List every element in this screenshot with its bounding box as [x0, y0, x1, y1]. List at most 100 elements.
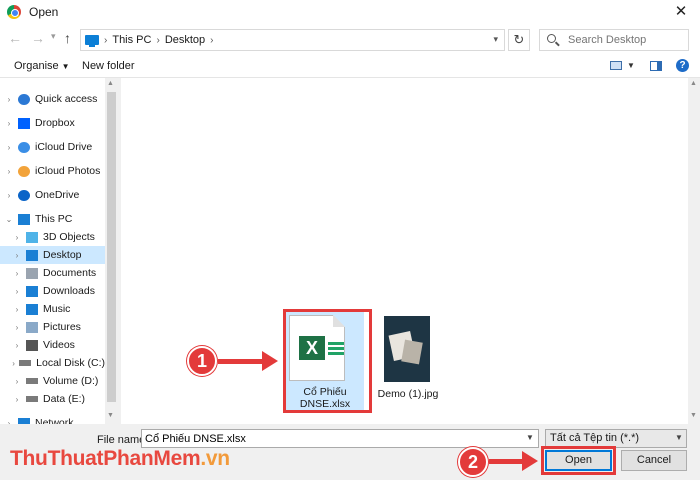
breadcrumb-this-pc[interactable]: This PC [112, 34, 151, 46]
cube-icon [26, 231, 38, 243]
disk-icon [26, 396, 38, 402]
recent-locations-chevron-icon[interactable]: ▾ [51, 31, 56, 42]
sidebar-item-onedrive[interactable]: › OneDrive [0, 186, 105, 204]
scroll-down-icon[interactable]: ▼ [690, 412, 697, 419]
chevron-right-icon[interactable]: › [156, 35, 159, 46]
sidebar-item-label: Network [35, 417, 74, 424]
sidebar-item-label: Data (E:) [43, 393, 86, 405]
sidebar-item-volume-d[interactable]: › Volume (D:) [0, 372, 105, 390]
dropbox-icon [18, 117, 30, 129]
sidebar-item-network[interactable]: › Network [0, 414, 105, 424]
download-icon [26, 285, 38, 297]
sidebar-item-icloud-photos[interactable]: › iCloud Photos [0, 162, 105, 180]
view-dropdown-icon[interactable]: ▼ [627, 61, 635, 70]
sidebar-item-label: This PC [35, 213, 73, 225]
sidebar-item-label: Pictures [43, 321, 81, 333]
step-1-arrow [218, 359, 266, 364]
step-2-badge: 2 [458, 447, 488, 477]
back-arrow-icon[interactable]: ← [8, 30, 22, 46]
pc-icon [85, 35, 99, 47]
sidebar-item-videos[interactable]: › Videos [0, 336, 105, 354]
chevron-right-icon[interactable]: › [4, 143, 14, 152]
sidebar-item-pictures[interactable]: › Pictures [0, 318, 105, 336]
title-bar: Open ✕ [0, 0, 700, 24]
scroll-down-icon[interactable]: ▼ [107, 412, 114, 419]
photo-card-shape [401, 339, 423, 365]
chevron-right-icon[interactable]: › [210, 35, 213, 46]
chevron-right-icon[interactable]: › [4, 167, 14, 176]
chevron-right-icon[interactable]: › [12, 269, 22, 278]
sidebar-item-label: iCloud Drive [35, 141, 93, 153]
sidebar-item-local-disk-c[interactable]: › Local Disk (C:) [0, 354, 105, 372]
photos-icon [18, 165, 30, 177]
chevron-right-icon[interactable]: › [12, 323, 22, 332]
chevron-down-icon[interactable]: ⌄ [4, 215, 14, 224]
navigation-pane: › Network › Data (E:) › Volume (D:) › Local Dis… [0, 78, 118, 424]
sidebar-scrollbar[interactable]: ▲ ▼ [105, 78, 118, 424]
disk-icon [19, 360, 32, 366]
chevron-right-icon[interactable]: › [12, 359, 15, 368]
chevron-right-icon[interactable]: › [12, 377, 22, 386]
refresh-button[interactable]: ↻ [508, 29, 530, 51]
preview-pane-icon[interactable] [650, 61, 662, 71]
chevron-right-icon[interactable]: › [12, 233, 22, 242]
scroll-up-icon[interactable]: ▲ [107, 80, 114, 87]
navigation-bar: ← → ▾ ↑ › This PC › Desktop › ▾ ↻ [0, 24, 700, 54]
file-name-input[interactable] [141, 429, 539, 448]
watermark-part1: ThuThuat [10, 447, 104, 470]
file-area-scrollbar[interactable]: ▲ ▼ [688, 78, 700, 424]
sidebar-item-label: Volume (D:) [43, 375, 99, 387]
help-icon[interactable]: ? [676, 59, 689, 72]
chevron-right-icon[interactable]: › [4, 119, 14, 128]
sidebar-item-dropbox[interactable]: › Dropbox [0, 114, 105, 132]
icloud-icon [18, 141, 30, 153]
sidebar-item-data-e[interactable]: › Data (E:) [0, 390, 105, 408]
open-highlight-frame [541, 446, 616, 475]
sidebar-item-desktop[interactable]: › Desktop [0, 246, 105, 264]
view-options-icon[interactable] [610, 61, 622, 70]
address-dropdown-icon[interactable]: ▾ [493, 34, 498, 45]
step-2-arrow [489, 459, 525, 464]
sidebar-item-downloads[interactable]: › Downloads [0, 282, 105, 300]
chevron-right-icon[interactable]: › [12, 287, 22, 296]
search-icon [547, 34, 556, 43]
search-box[interactable] [539, 29, 689, 51]
chevron-right-icon[interactable]: › [12, 341, 22, 350]
cancel-button[interactable]: Cancel [621, 450, 687, 471]
chevron-right-icon[interactable]: › [12, 395, 22, 404]
organise-label: Organise [14, 60, 59, 72]
chrome-icon [7, 5, 21, 19]
file-type-dropdown-icon[interactable]: ▼ [675, 433, 683, 442]
chevron-right-icon[interactable]: › [12, 305, 22, 314]
sidebar-item-documents[interactable]: › Documents [0, 264, 105, 282]
step-1-arrowhead [262, 351, 278, 371]
chevron-right-icon[interactable]: › [12, 251, 22, 260]
sidebar-item-quick-access[interactable]: › Quick access [0, 90, 105, 108]
scrollbar-thumb[interactable] [107, 92, 116, 402]
file-name-dropdown-icon[interactable]: ▼ [526, 433, 534, 442]
chevron-right-icon[interactable]: › [4, 191, 14, 200]
sidebar-item-music[interactable]: › Music [0, 300, 105, 318]
sidebar-item-label: Desktop [43, 249, 82, 261]
watermark-logo: ThuThuatPhanMem.vn [10, 447, 230, 471]
forward-arrow-icon[interactable]: → [31, 30, 45, 46]
search-input[interactable] [568, 32, 686, 48]
file-name: Demo (1).jpg [377, 388, 439, 400]
sidebar-item-icloud-drive[interactable]: › iCloud Drive [0, 138, 105, 156]
documents-icon [26, 267, 38, 279]
close-icon[interactable]: ✕ [672, 2, 690, 20]
up-arrow-icon[interactable]: ↑ [64, 30, 71, 46]
scroll-up-icon[interactable]: ▲ [690, 80, 697, 87]
new-folder-button[interactable]: New folder [82, 60, 135, 72]
sidebar-item-label: Local Disk (C:) [36, 357, 105, 369]
chevron-right-icon[interactable]: › [104, 35, 107, 46]
sidebar-item-label: Quick access [35, 93, 98, 105]
breadcrumb-desktop[interactable]: Desktop [165, 34, 205, 46]
organise-menu[interactable]: Organise ▼ [14, 60, 70, 72]
sidebar-item-this-pc[interactable]: ⌄ This PC [0, 210, 105, 228]
watermark-part3: .vn [200, 447, 230, 470]
desktop-icon [26, 249, 38, 261]
address-bar[interactable]: › This PC › Desktop › ▾ [80, 29, 505, 51]
chevron-right-icon[interactable]: › [4, 95, 14, 104]
sidebar-item-3d-objects[interactable]: › 3D Objects [0, 228, 105, 246]
